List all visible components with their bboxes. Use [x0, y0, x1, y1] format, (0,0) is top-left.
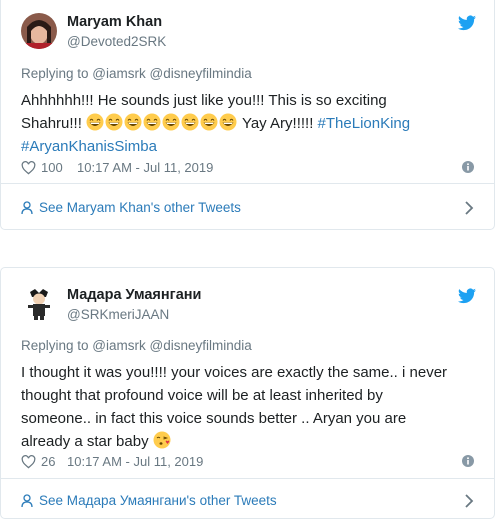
reply-mentions[interactable]: @iamsrk @disneyfilmindia: [92, 66, 251, 81]
author-name[interactable]: Мадара Умаянгани: [67, 287, 201, 303]
face-blowing-kiss-emoji: [153, 431, 171, 449]
tweet-header: Мадара Умаянгани @SRKmeriJAAN: [21, 286, 476, 330]
reply-context: Replying to @iamsrk @disneyfilmindia: [21, 66, 252, 81]
tweet-card[interactable]: Мадара Умаянгани @SRKmeriJAAN Replying t…: [0, 267, 495, 519]
chevron-right-icon[interactable]: [464, 200, 474, 216]
see-other-tweets-link[interactable]: See Maryam Khan's other Tweets: [21, 199, 474, 219]
grinning-face-emoji: [143, 113, 161, 131]
tweet-text: Ahhhhhh!!! He sounds just like you!!! Th…: [21, 89, 478, 158]
grinning-face-emoji: [200, 113, 218, 131]
tweet-text-fragment: Yay Ary!!!!!: [241, 115, 318, 132]
author-name[interactable]: Maryam Khan: [67, 14, 162, 30]
see-other-tweets-label[interactable]: See Мадара Умаянгани's other Tweets: [39, 493, 277, 508]
tweet-text-line: someone.. in fact this voice sounds bett…: [21, 410, 407, 427]
heart-icon[interactable]: [21, 161, 36, 175]
timestamp[interactable]: 10:17 AM - Jul 11, 2019: [77, 160, 213, 175]
tweet-text-line: I thought it was you!!!! your voices are…: [21, 364, 448, 381]
info-icon[interactable]: [462, 161, 474, 173]
tweet-text-fragment: Shahru!!!: [21, 115, 87, 132]
reply-prefix: Replying to: [21, 338, 93, 353]
divider: [1, 478, 494, 479]
reply-prefix: Replying to: [21, 66, 93, 81]
reply-context: Replying to @iamsrk @disneyfilmindia: [21, 338, 252, 353]
twitter-bird-icon[interactable]: [458, 15, 476, 31]
avatar[interactable]: [21, 286, 57, 322]
tweet-header: Maryam Khan @Devoted2SRK: [21, 13, 476, 57]
see-other-tweets-label[interactable]: See Maryam Khan's other Tweets: [39, 200, 241, 215]
tweet-text: I thought it was you!!!! your voices are…: [21, 361, 478, 453]
avatar[interactable]: [21, 13, 57, 49]
tweet-text-line: Ahhhhhh!!! He sounds just like you!!! Th…: [21, 92, 387, 109]
like-count[interactable]: 26: [41, 454, 55, 469]
info-icon[interactable]: [462, 455, 474, 467]
tweet-text-line: thought that profound voice will be at l…: [21, 387, 383, 404]
author-handle[interactable]: @Devoted2SRK: [67, 34, 166, 49]
tweet-meta: 100 10:17 AM - Jul 11, 2019: [21, 159, 474, 177]
grinning-face-emoji: [219, 113, 237, 131]
chevron-right-icon[interactable]: [464, 493, 474, 509]
grinning-face-emoji: [181, 113, 199, 131]
reply-mentions[interactable]: @iamsrk @disneyfilmindia: [92, 338, 251, 353]
hashtag-link[interactable]: #TheLionKing: [318, 115, 411, 132]
twitter-bird-icon[interactable]: [458, 288, 476, 304]
see-other-tweets-link[interactable]: See Мадара Умаянгани's other Tweets: [21, 492, 474, 512]
tweet-card[interactable]: Maryam Khan @Devoted2SRK Replying to @ia…: [0, 0, 495, 230]
grinning-face-emoji: [86, 113, 104, 131]
person-icon: [21, 494, 33, 508]
author-handle[interactable]: @SRKmeriJAAN: [67, 307, 169, 322]
like-count[interactable]: 100: [41, 160, 63, 175]
tweet-text-line: Shahru!!! Yay Ary!!!!! #TheLionKing: [21, 112, 478, 135]
grinning-face-emoji: [124, 113, 142, 131]
heart-icon[interactable]: [21, 455, 36, 469]
tweet-text-fragment: already a star baby: [21, 433, 153, 450]
timestamp[interactable]: 10:17 AM - Jul 11, 2019: [67, 454, 203, 469]
hashtag-link[interactable]: #AryanKhanisSimba: [21, 138, 157, 155]
grinning-face-emoji: [162, 113, 180, 131]
person-icon: [21, 201, 33, 215]
grinning-face-emoji: [105, 113, 123, 131]
divider: [1, 183, 494, 184]
tweet-text-line: already a star baby: [21, 430, 478, 453]
tweet-meta: 26 10:17 AM - Jul 11, 2019: [21, 453, 474, 471]
grinning-face-emoji-row: [86, 113, 238, 132]
